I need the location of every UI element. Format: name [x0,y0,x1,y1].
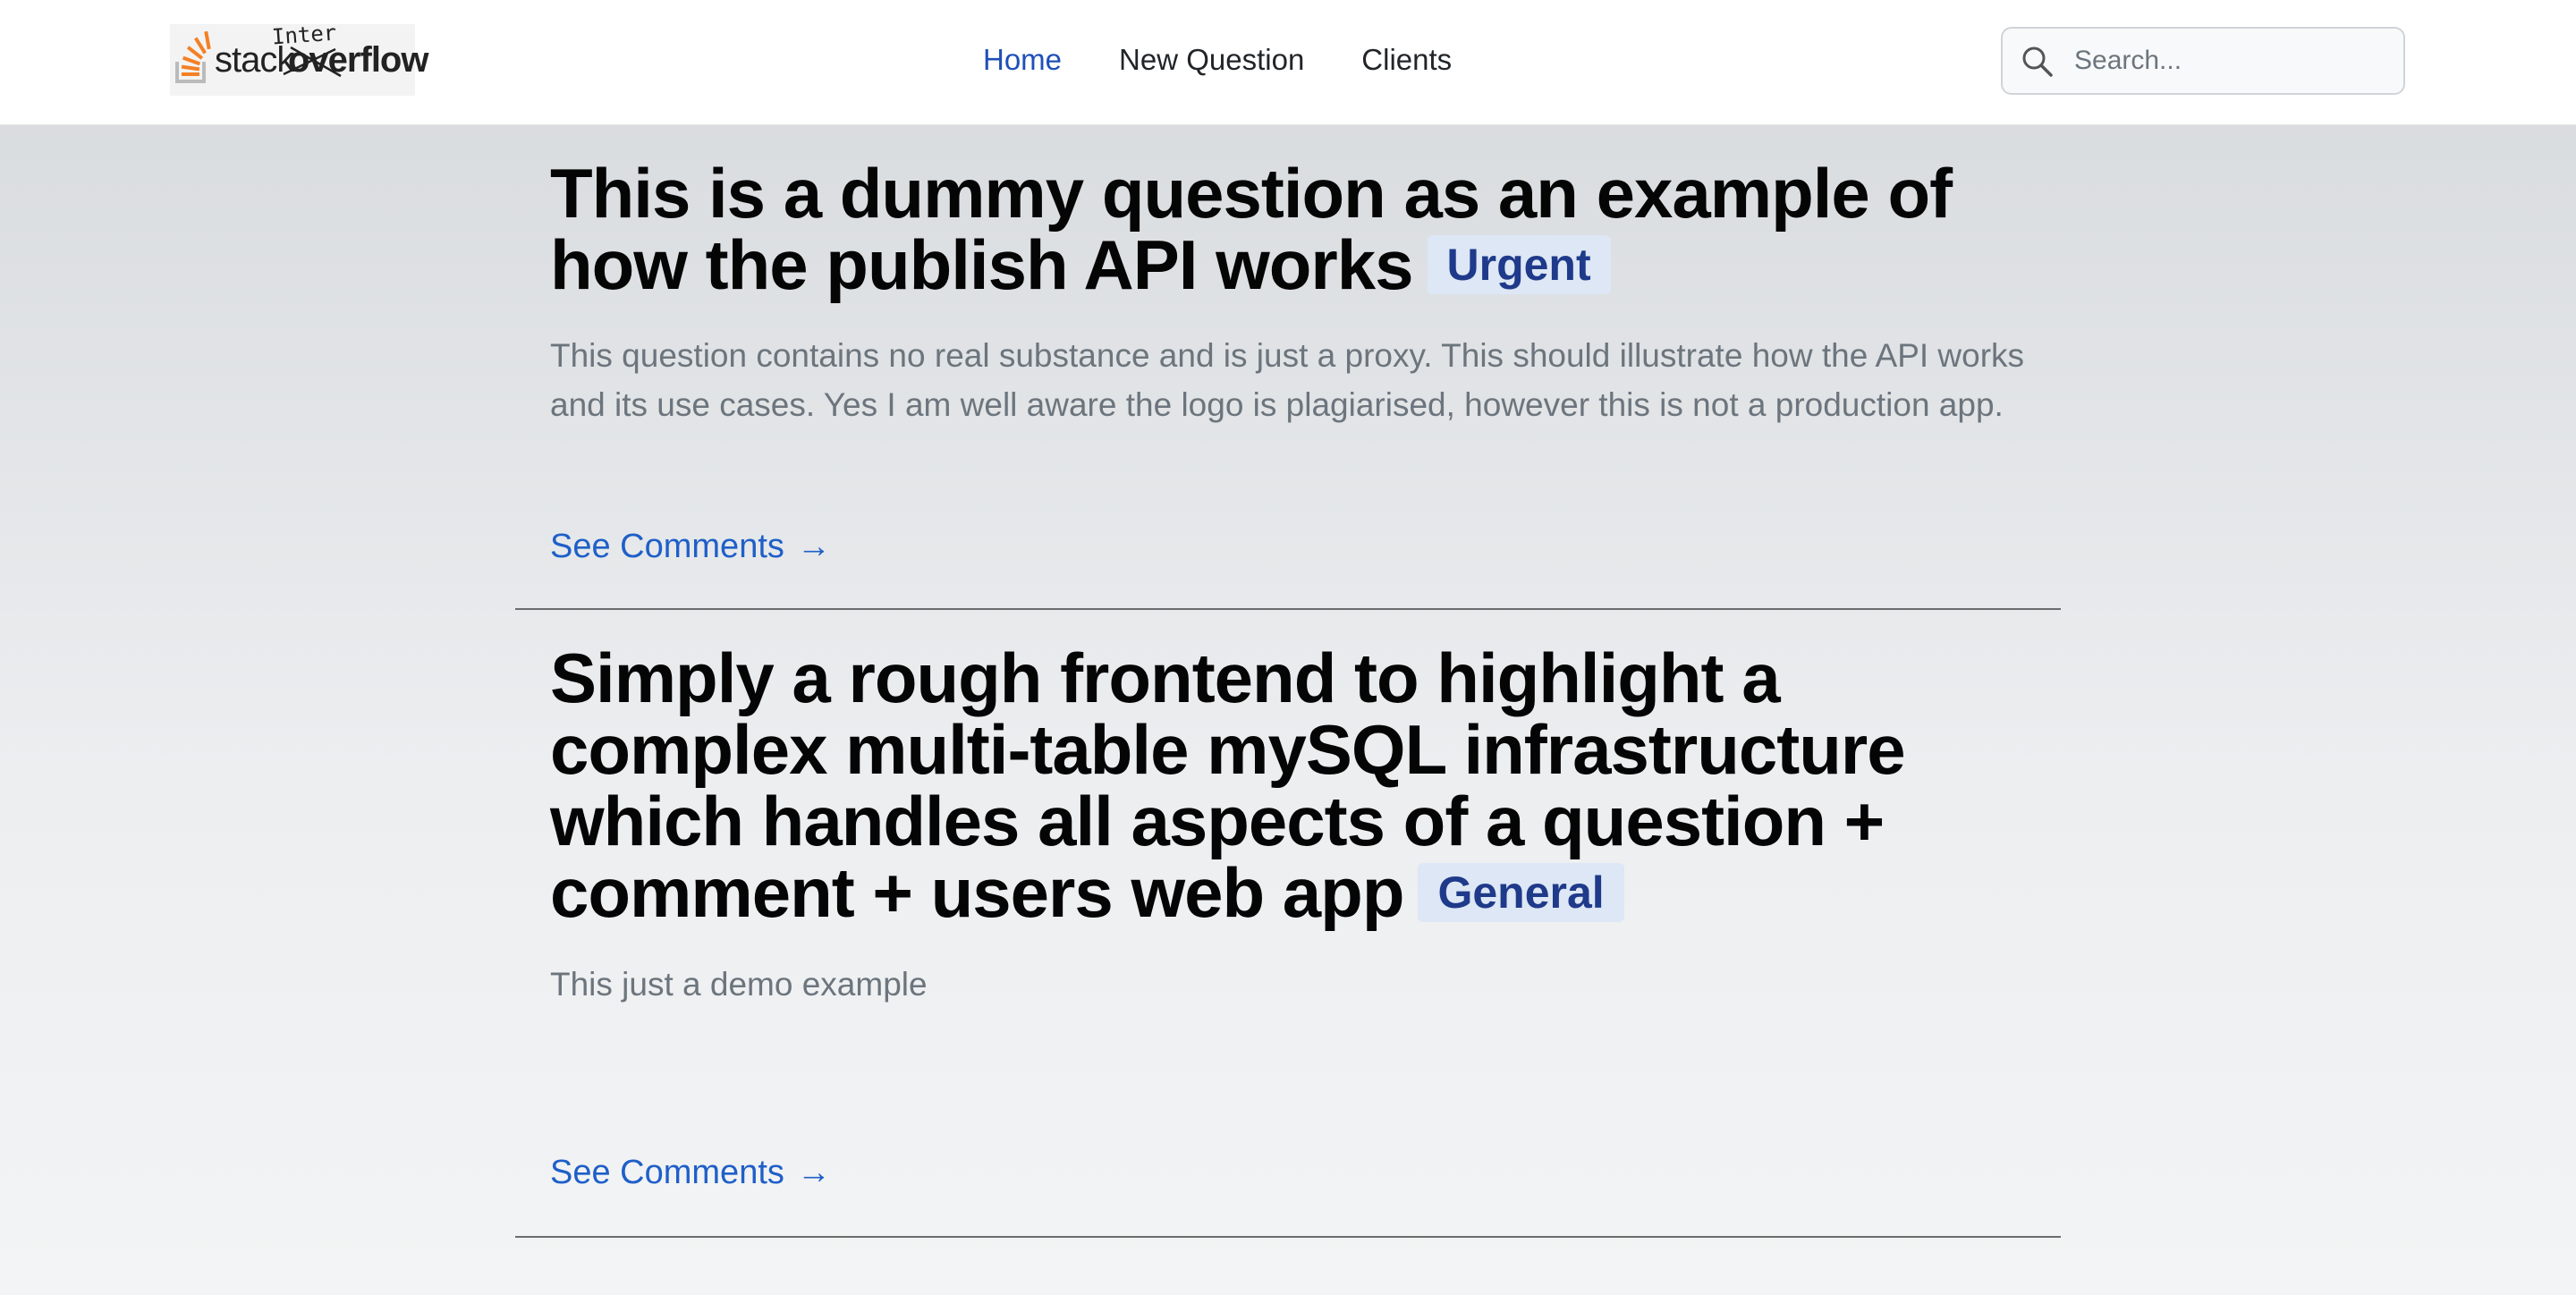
question-title: This is a dummy question as an example o… [550,157,2035,300]
question-body: This just a demo example [550,966,928,1003]
logo-strike-mark [283,46,342,78]
nav-new-question-link[interactable]: New Question [1119,36,1304,84]
question-card: Simply a rough frontend to highlight a c… [515,626,2061,1238]
main-nav: Home New Question Clients [983,36,1452,84]
arrow-right-icon: → [796,1154,831,1191]
see-comments-label: See Comments [550,1154,784,1191]
nav-home-link[interactable]: Home [983,36,1062,84]
see-comments-link[interactable]: See Comments → [550,524,831,569]
site-logo[interactable]: stack overflow Inter [170,21,428,96]
question-title-text: This is a dummy question as an example o… [550,154,1953,304]
search-box[interactable] [2001,27,2405,95]
question-tag-badge: Urgent [1427,235,1611,295]
nav-clients-link[interactable]: Clients [1361,36,1452,84]
search-icon [2022,47,2053,77]
search-input[interactable] [2074,36,2396,86]
top-navbar: stack overflow Inter Home New Question C… [0,0,2576,125]
stack-overflow-logo-icon [175,31,211,83]
question-title: Simply a rough frontend to highlight a c… [550,642,2035,928]
see-comments-label: See Comments [550,528,784,565]
question-title-text: Simply a rough frontend to highlight a c… [550,639,1906,932]
question-body: This question contains no real substance… [550,337,2025,423]
arrow-right-icon: → [796,528,831,565]
question-tag-badge: General [1418,863,1624,923]
see-comments-link[interactable]: See Comments → [550,1150,831,1195]
question-card: This is a dummy question as an example o… [515,143,2061,610]
